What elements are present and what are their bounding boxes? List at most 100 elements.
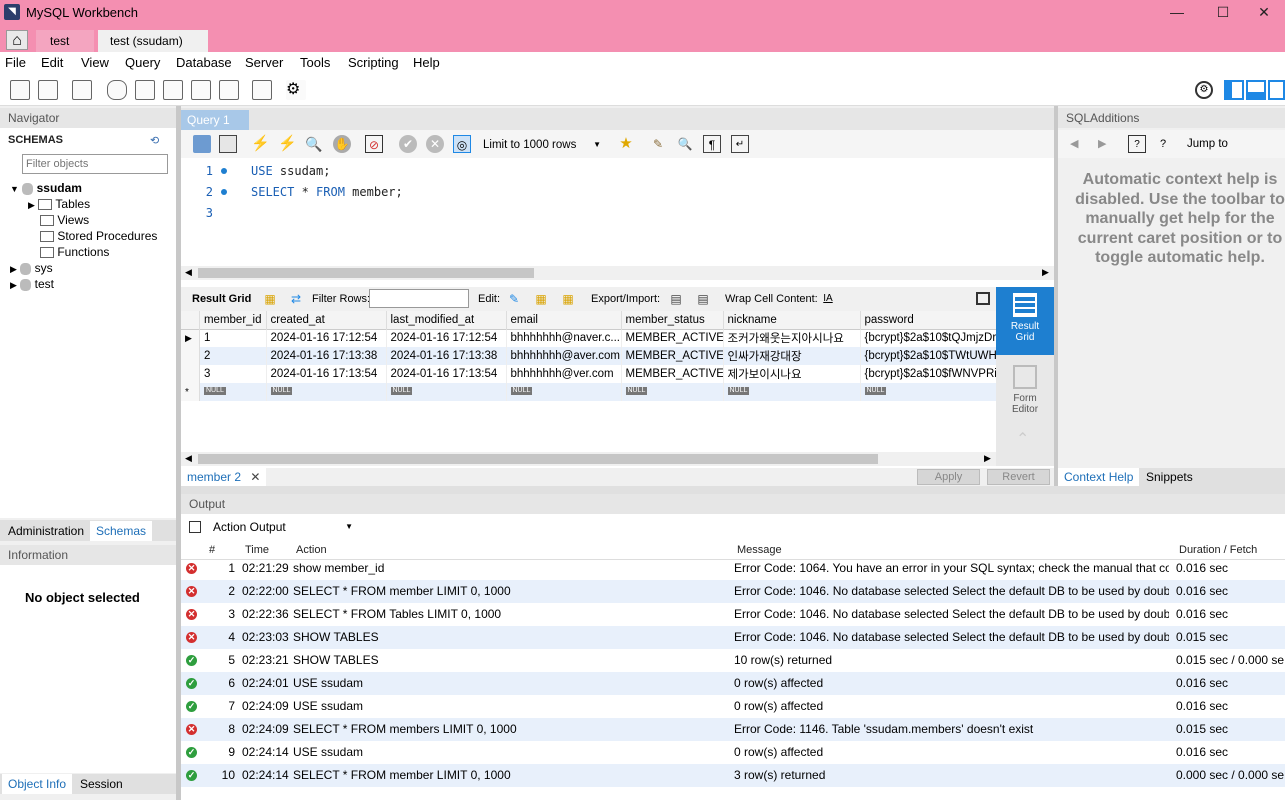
result-cell[interactable]: 3 (198, 365, 266, 383)
output-type-select[interactable]: Action Output ▼ (209, 518, 357, 536)
left-splitter[interactable] (176, 106, 181, 800)
result-cell[interactable]: 2 (198, 347, 266, 365)
result-cell[interactable]: bhhhhhhh@aver.com (505, 347, 621, 365)
row-header[interactable]: * (181, 383, 200, 401)
minimize-button[interactable]: — (1154, 0, 1200, 26)
scroll-thumb[interactable] (198, 268, 534, 278)
delete-row-icon[interactable]: ▦ (559, 290, 577, 308)
column-header[interactable]: password (859, 311, 996, 329)
scroll-thumb[interactable] (198, 454, 878, 464)
null-cell[interactable]: NULL (620, 383, 723, 401)
insert-row-icon[interactable]: ▦ (532, 290, 550, 308)
result-cell[interactable]: MEMBER_ACTIVE (620, 347, 723, 365)
menu-file[interactable]: File (5, 55, 26, 70)
tree-functions[interactable]: Functions (40, 244, 109, 260)
tree-tables[interactable]: ▶ Tables (28, 196, 90, 212)
form-editor-button[interactable]: Form Editor (996, 359, 1054, 421)
result-cell[interactable]: bhhhhhhh@ver.com (505, 365, 621, 383)
result-cell[interactable]: 2024-01-16 17:13:54 (265, 365, 386, 383)
filter-objects-input[interactable] (22, 154, 168, 174)
jump-to-label[interactable]: Jump to (1187, 138, 1228, 150)
result-cell[interactable]: {bcrypt}$2a$10$fWNVPRix (859, 365, 996, 383)
rollback-icon[interactable]: ✕ (426, 135, 444, 153)
export-icon[interactable]: ▤ (667, 290, 685, 308)
import-icon[interactable]: ▤ (694, 290, 712, 308)
menu-edit[interactable]: Edit (41, 55, 63, 70)
reconnect-icon[interactable]: ⚙ (286, 80, 306, 100)
chevron-right-icon[interactable]: ▶ (10, 264, 17, 274)
commit-icon[interactable]: ✔ (399, 135, 417, 153)
column-header[interactable]: nickname (722, 311, 860, 329)
create-function-icon[interactable] (219, 80, 239, 100)
result-grid-icon[interactable]: ▦ (261, 290, 279, 308)
tab-schemas[interactable]: Schemas (90, 521, 153, 541)
toggle-secondary-sidebar-icon[interactable] (1268, 80, 1285, 100)
menu-help[interactable]: Help (413, 55, 440, 70)
tree-stored-procedures[interactable]: Stored Procedures (40, 228, 157, 244)
new-sql-tab-icon[interactable] (10, 80, 30, 100)
result-grid-view-button[interactable]: Result Grid (996, 287, 1054, 355)
schema-ssudam[interactable]: ▼ ssudam (10, 180, 82, 196)
output-row[interactable]: ✓ 7 02:24:09 USE ssudam 0 row(s) affected 0.0… (181, 695, 1285, 718)
result-cell[interactable]: bhhhhhhh@naver.c... (505, 329, 621, 347)
create-procedure-icon[interactable] (191, 80, 211, 100)
grid-horizontal-scrollbar[interactable]: ◀ ▶ (181, 452, 996, 466)
code-line[interactable]: 1 USE ssudam; (181, 162, 1054, 180)
stop-icon[interactable]: ✋ (333, 135, 351, 153)
limit-rows-select[interactable]: Limit to 1000 rows ▼ (483, 136, 605, 154)
filter-rows-input[interactable] (369, 289, 469, 308)
menu-tools[interactable]: Tools (300, 55, 330, 70)
menu-database[interactable]: Database (176, 55, 232, 70)
copy-output-icon[interactable] (189, 521, 201, 533)
tab-object-info[interactable]: Object Info (2, 774, 73, 794)
tab-test-ssudam[interactable]: test (ssudam) ✕ (98, 30, 208, 70)
close-icon[interactable]: ✕ (250, 470, 260, 484)
right-splitter[interactable] (1054, 106, 1058, 486)
menu-query[interactable]: Query (125, 55, 160, 70)
search-table-data-icon[interactable] (252, 80, 272, 100)
execute-icon[interactable]: ⚡ (251, 135, 270, 153)
toggle-sidebar-icon[interactable] (1224, 80, 1244, 100)
tab-snippets[interactable]: Snippets (1140, 468, 1199, 486)
close-window-button[interactable]: ✕ (1241, 0, 1285, 26)
execute-current-icon[interactable]: ⚡ (278, 135, 297, 153)
manual-help-icon[interactable]: ? (1128, 135, 1146, 153)
revert-button[interactable]: Revert (987, 469, 1050, 485)
open-sql-script-icon[interactable] (38, 80, 58, 100)
new-row[interactable]: * NULL NULL NULL NULL NULL NULL NULL (181, 383, 996, 401)
row-header[interactable] (181, 347, 200, 365)
scroll-left-icon[interactable]: ◀ (185, 267, 192, 278)
tab-query-1[interactable]: Query 1 ✕ (181, 110, 249, 147)
beautify-icon[interactable]: ✎ (649, 135, 667, 153)
null-cell[interactable]: NULL (505, 383, 621, 401)
tab-administration[interactable]: Administration (2, 521, 91, 541)
result-cell[interactable]: 제가보이시나요 (722, 365, 860, 383)
editor-horizontal-scrollbar[interactable]: ◀ ▶ (181, 266, 1054, 280)
output-splitter[interactable] (181, 486, 1285, 494)
menu-scripting[interactable]: Scripting (348, 55, 399, 70)
output-row[interactable]: ✕ 3 02:22:36 SELECT * FROM Tables LIMIT 0, … (181, 603, 1285, 626)
toggle-error-stop-icon[interactable]: ⊘ (365, 135, 383, 153)
toggle-output-icon[interactable] (1246, 80, 1266, 100)
column-header[interactable]: created_at (265, 311, 386, 329)
apply-button[interactable]: Apply (917, 469, 980, 485)
save-icon[interactable] (219, 135, 237, 153)
result-cell[interactable]: 2024-01-16 17:13:54 (385, 365, 506, 383)
result-row[interactable]: 2 2024-01-16 17:13:38 2024-01-16 17:13:38 b… (181, 347, 996, 365)
result-cell[interactable]: {bcrypt}$2a$10$TWtUWHx (859, 347, 996, 365)
row-header[interactable]: ▶ (181, 329, 200, 347)
output-row[interactable]: ✓ 9 02:24:14 USE ssudam 0 row(s) affected 0.0… (181, 741, 1285, 764)
tab-test[interactable]: test ✕ (36, 30, 94, 70)
result-grid[interactable]: member_id created_at last_modified_at email… (181, 311, 996, 455)
null-cell[interactable]: NULL (859, 383, 996, 401)
output-row[interactable]: ✕ 8 02:24:09 SELECT * FROM members LIMIT 0,… (181, 718, 1285, 741)
open-folder-icon[interactable] (193, 135, 211, 153)
output-row[interactable]: ✓ 10 02:24:14 SELECT * FROM member LIMIT 0,… (181, 764, 1285, 787)
null-cell[interactable]: NULL (722, 383, 860, 401)
refresh-icon[interactable]: ⇄ (287, 290, 305, 308)
tree-views[interactable]: Views (40, 212, 89, 228)
result-cell[interactable]: 조커가왜웃는지아시나요 (722, 329, 860, 347)
chevron-right-icon[interactable]: ▶ (28, 200, 35, 210)
refresh-schemas-icon[interactable]: ⟲ (150, 134, 159, 147)
result-cell[interactable]: MEMBER_ACTIVE (620, 365, 723, 383)
